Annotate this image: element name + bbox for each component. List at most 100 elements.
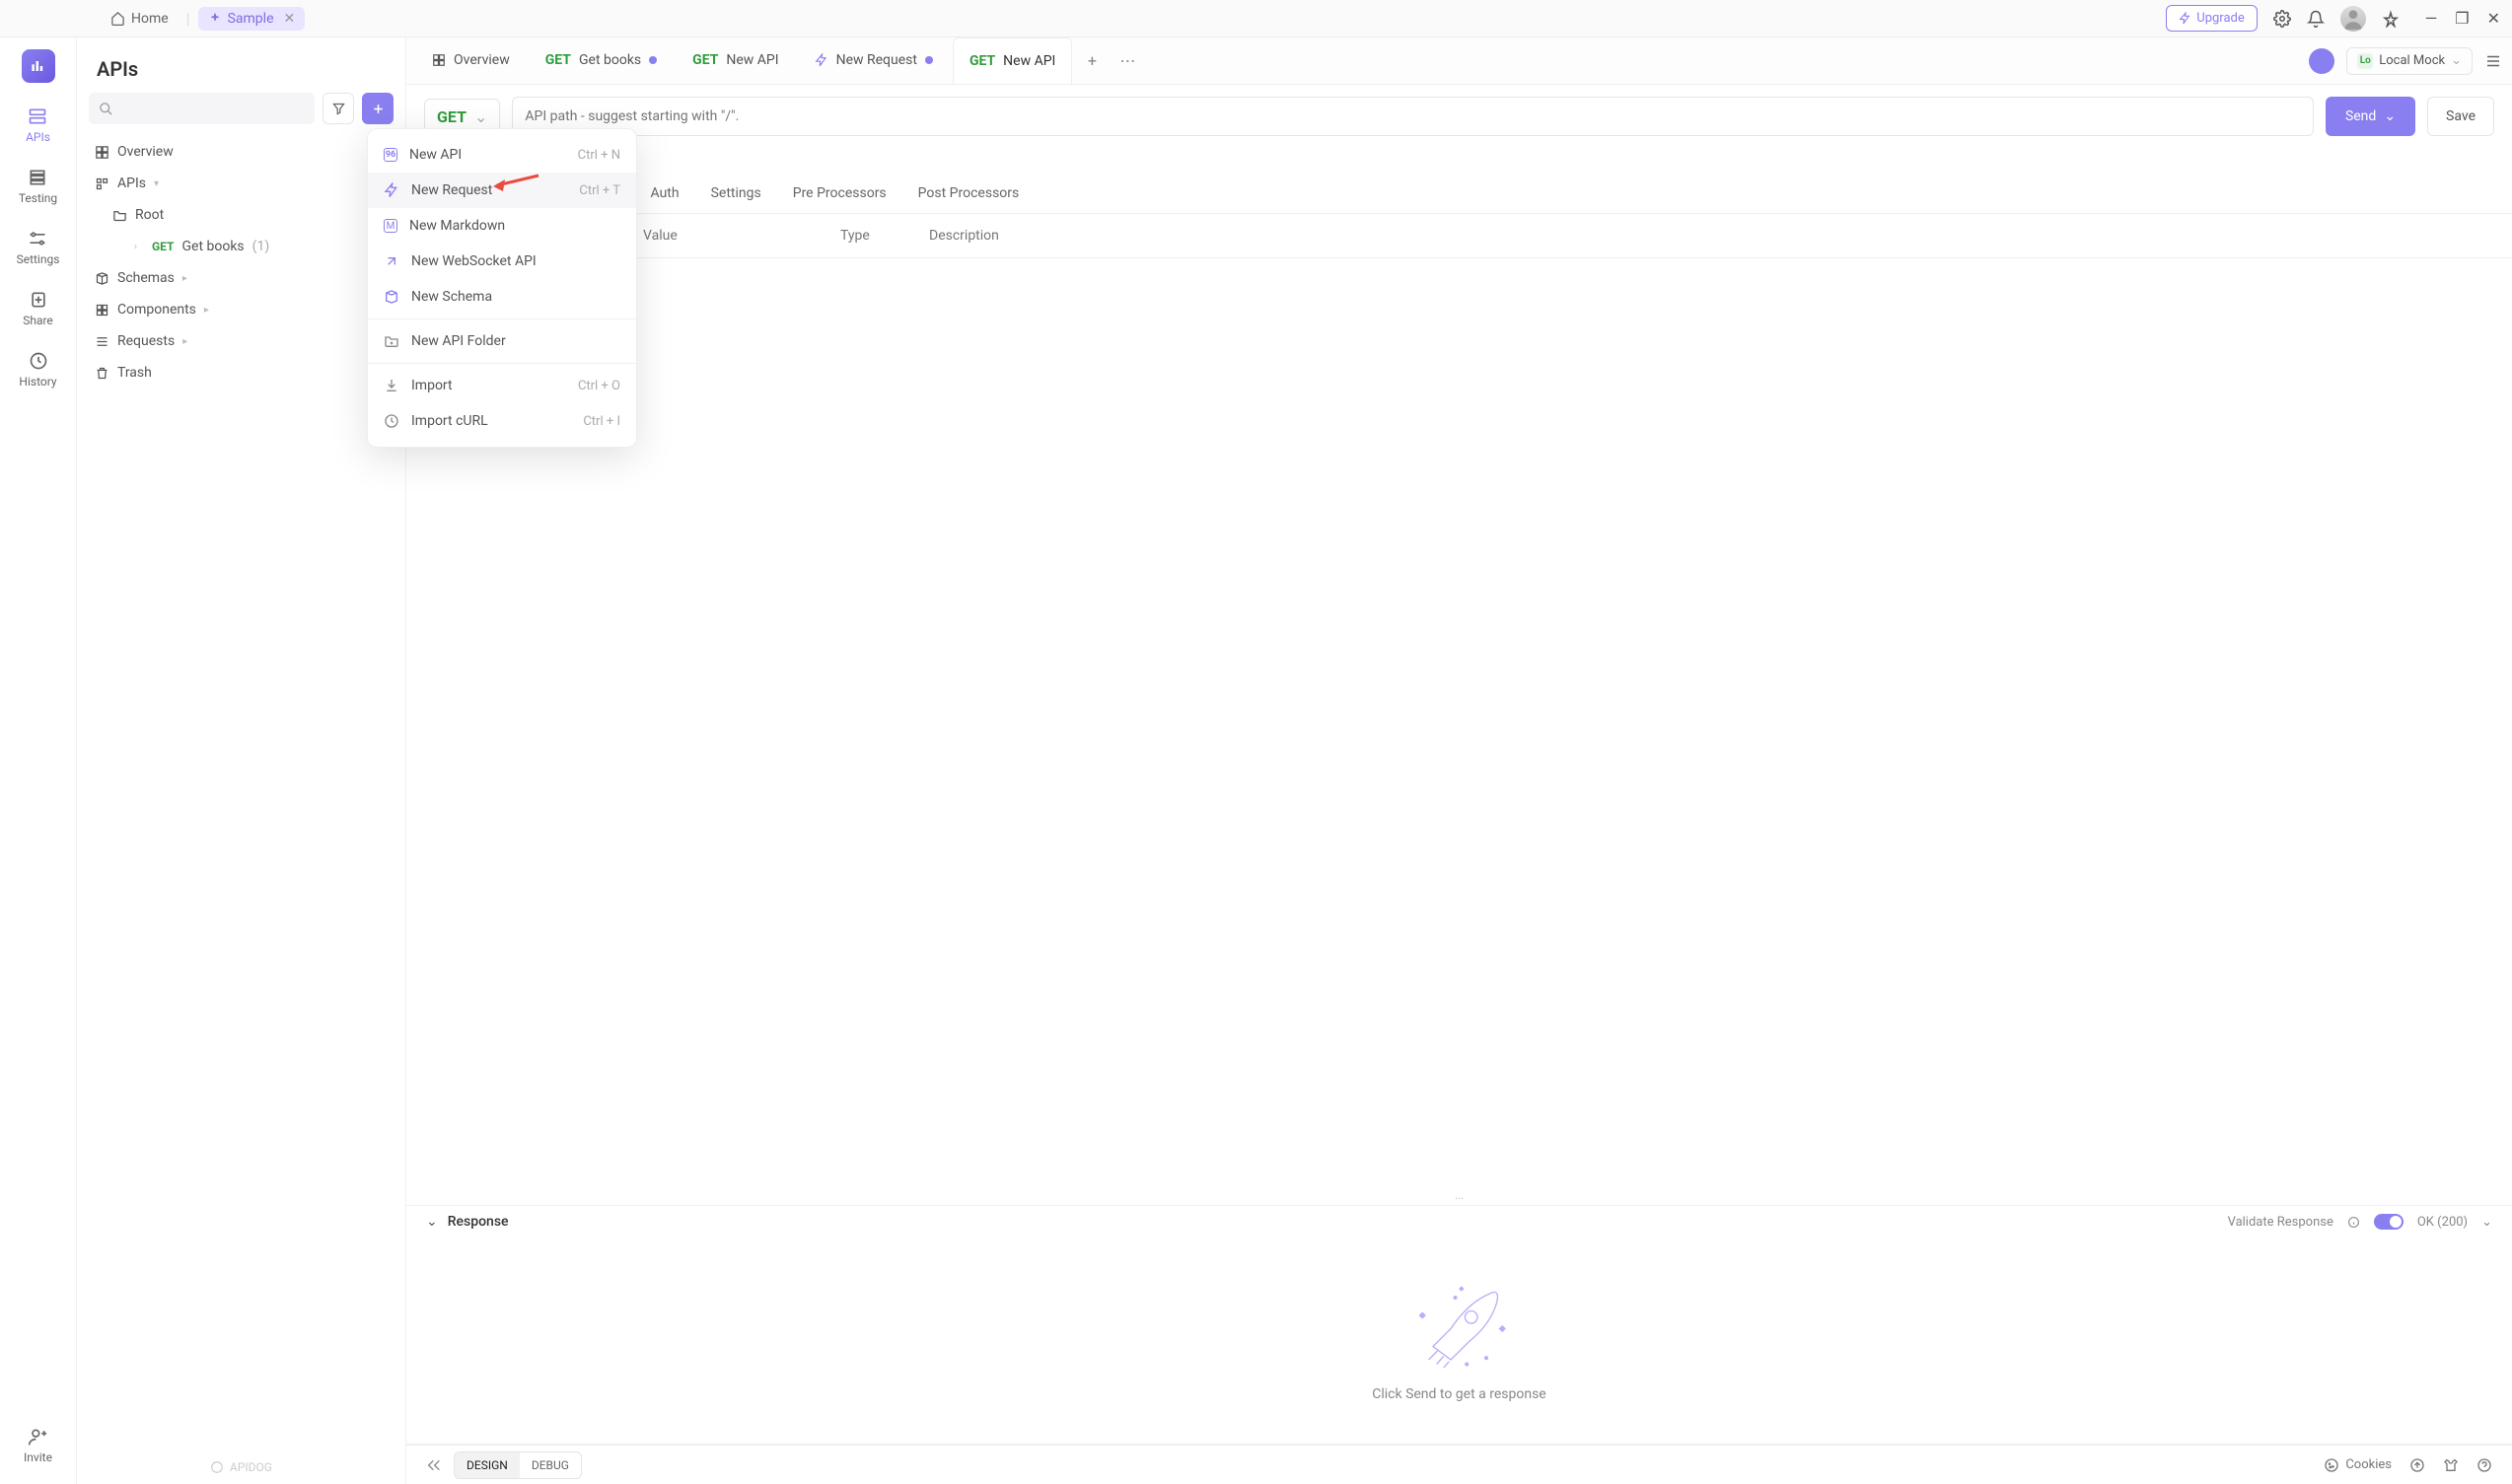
rail-item-invite[interactable]: Invite [24,1427,52,1464]
send-button[interactable]: Send ⌄ [2326,97,2415,136]
components-icon [95,303,109,318]
sidebar-item-apis[interactable]: APIs ▾ [89,168,394,199]
tab-method: GET [692,52,718,68]
rail-item-share[interactable]: Share [23,290,53,327]
rail-item-history[interactable]: History [19,351,56,389]
rail-share-label: Share [23,314,53,327]
plus-icon [371,102,386,116]
chevron-right-icon: › [134,242,144,252]
unsaved-dot-icon [925,56,933,64]
response-placeholder: Click Send to get a response [1372,1386,1545,1402]
chevron-down-icon[interactable]: ⌄ [426,1214,438,1230]
window-maximize-icon[interactable]: ❐ [2455,9,2469,28]
subtab-pre-processors[interactable]: Pre Processors [793,174,887,213]
sidebar-item-get-books[interactable]: › GET Get books (1) [128,231,394,262]
sidebar-item-schemas[interactable]: Schemas ▸ [89,262,394,294]
col-type: Type [840,228,929,244]
dd-new-folder[interactable]: New API Folder [368,323,636,359]
tab-overflow-button[interactable]: ⋯ [1112,45,1143,77]
save-button[interactable]: Save [2427,97,2494,136]
dd-import[interactable]: Import Ctrl + O [368,368,636,403]
dd-new-api[interactable]: 96 New API Ctrl + N [368,137,636,173]
sidebar-search[interactable] [89,93,315,124]
rail-item-apis[interactable]: APIs [26,106,50,144]
params-table-header: Name Value Type Description [406,214,2512,258]
mode-debug[interactable]: DEBUG [520,1452,581,1478]
titlebar-tab-home[interactable]: Home [101,7,179,31]
mode-design[interactable]: DESIGN [455,1452,520,1478]
new-tab-button[interactable]: + [1076,45,1108,77]
sidebar-get-books-count: (1) [252,239,270,254]
response-status[interactable]: OK (200) [2417,1215,2468,1230]
tshirt-icon[interactable] [2443,1457,2459,1473]
rail-settings-label: Settings [17,252,60,266]
app-logo[interactable] [22,49,55,83]
tab-new-api-2-label: New API [1003,53,1055,69]
rail-item-settings[interactable]: Settings [17,229,60,266]
panel-resize-handle[interactable]: … [406,1185,2512,1205]
chevron-right-icon: ▸ [204,305,214,316]
upgrade-button[interactable]: Upgrade [2166,5,2257,32]
content-footer: DESIGN DEBUG Cookies [406,1445,2512,1484]
help-icon[interactable] [2476,1457,2492,1473]
mode-toggle: DESIGN DEBUG [454,1451,582,1479]
add-button[interactable] [362,93,394,124]
chevron-right-icon: ▸ [182,273,192,284]
chevron-down-icon[interactable]: ⌄ [2481,1215,2492,1230]
chevron-right-icon: ▸ [182,336,192,347]
dropdown-separator [368,318,636,319]
invite-icon [28,1427,47,1447]
save-label: Save [2446,108,2476,124]
tab-new-api[interactable]: GET New API [677,37,794,84]
user-avatar[interactable] [2340,6,2366,32]
tab-overview[interactable]: Overview [416,37,526,84]
env-selector[interactable]: Lo Local Mock ⌄ [2346,47,2473,75]
collapse-left-icon[interactable] [426,1457,442,1473]
sidebar-item-components[interactable]: Components ▸ [89,294,394,325]
tab-get-books[interactable]: GET Get books [530,37,673,84]
sidebar-item-overview[interactable]: Overview [89,136,394,168]
dd-import-curl[interactable]: Import cURL Ctrl + I [368,403,636,439]
info-icon[interactable] [2347,1216,2360,1229]
subtab-auth[interactable]: Auth [651,174,680,213]
titlebar-tab-sample[interactable]: Sample ✕ [198,7,306,31]
settings-icon [28,229,47,248]
dd-new-schema[interactable]: New Schema [368,279,636,315]
col-description: Description [929,228,2492,244]
upload-icon[interactable] [2409,1457,2425,1473]
bell-icon[interactable] [2307,10,2325,28]
upgrade-label: Upgrade [2196,11,2244,26]
dd-new-request[interactable]: New Request Ctrl + T [368,173,636,208]
api-icon: 96 [384,148,397,162]
validate-toggle[interactable] [2374,1214,2404,1230]
subtab-settings[interactable]: Settings [711,174,761,213]
sidebar-footer: APIDOG [77,1450,405,1484]
rail-item-testing[interactable]: Testing [19,168,57,205]
window-minimize-icon[interactable]: — [2425,9,2438,28]
subtab-post-processors[interactable]: Post Processors [918,174,1020,213]
menu-icon[interactable] [2484,52,2502,70]
sidebar-item-trash[interactable]: Trash [89,357,394,389]
dd-new-markdown[interactable]: M New Markdown [368,208,636,244]
api-path-input[interactable] [512,97,2314,136]
method-badge: GET [152,240,174,253]
tab-new-request[interactable]: New Request [799,37,949,84]
rail-history-label: History [19,375,56,389]
dd-new-websocket[interactable]: New WebSocket API [368,244,636,279]
tab-new-api-2[interactable]: GET New API [953,37,1072,84]
filter-button[interactable] [323,93,354,124]
content: Overview GET Get books GET New API New R… [406,37,2512,1484]
window-close-icon[interactable]: ✕ [2487,9,2500,28]
markdown-icon: M [384,219,397,233]
testing-icon [28,168,47,187]
cookies-button[interactable]: Cookies [2324,1457,2392,1473]
sync-icon[interactable] [2309,48,2334,74]
gear-icon[interactable] [2273,10,2291,28]
filter-icon [331,102,346,116]
pin-icon[interactable] [2382,10,2400,28]
sidebar-item-root[interactable]: Root [107,199,394,231]
close-icon[interactable]: ✕ [284,11,296,27]
method-label: GET [437,107,467,126]
col-value: Value [643,228,840,244]
sidebar-item-requests[interactable]: Requests ▸ [89,325,394,357]
